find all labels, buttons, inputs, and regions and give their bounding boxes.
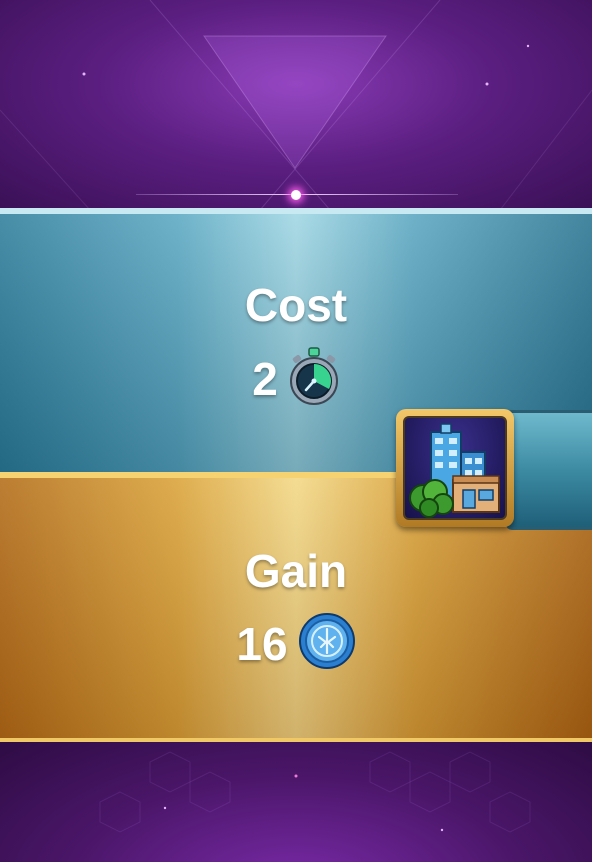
side-tab	[506, 410, 592, 530]
cost-label: Cost	[244, 279, 348, 331]
gain-amount: 16	[236, 617, 288, 670]
building-card[interactable]	[396, 409, 514, 527]
stopwatch-icon	[288, 346, 340, 411]
blue-coin-icon	[298, 612, 356, 675]
cost-amount: 2	[252, 352, 278, 405]
top-background	[0, 0, 592, 210]
gain-value-row: 16	[0, 612, 592, 675]
gain-label: Gain	[244, 545, 348, 597]
bottom-background	[0, 742, 592, 862]
background-triangles	[0, 0, 592, 210]
progress-dot	[291, 190, 301, 200]
hex-pattern	[99, 751, 531, 833]
cost-value-row: 2	[0, 346, 592, 411]
city-buildings-icon	[403, 416, 507, 520]
